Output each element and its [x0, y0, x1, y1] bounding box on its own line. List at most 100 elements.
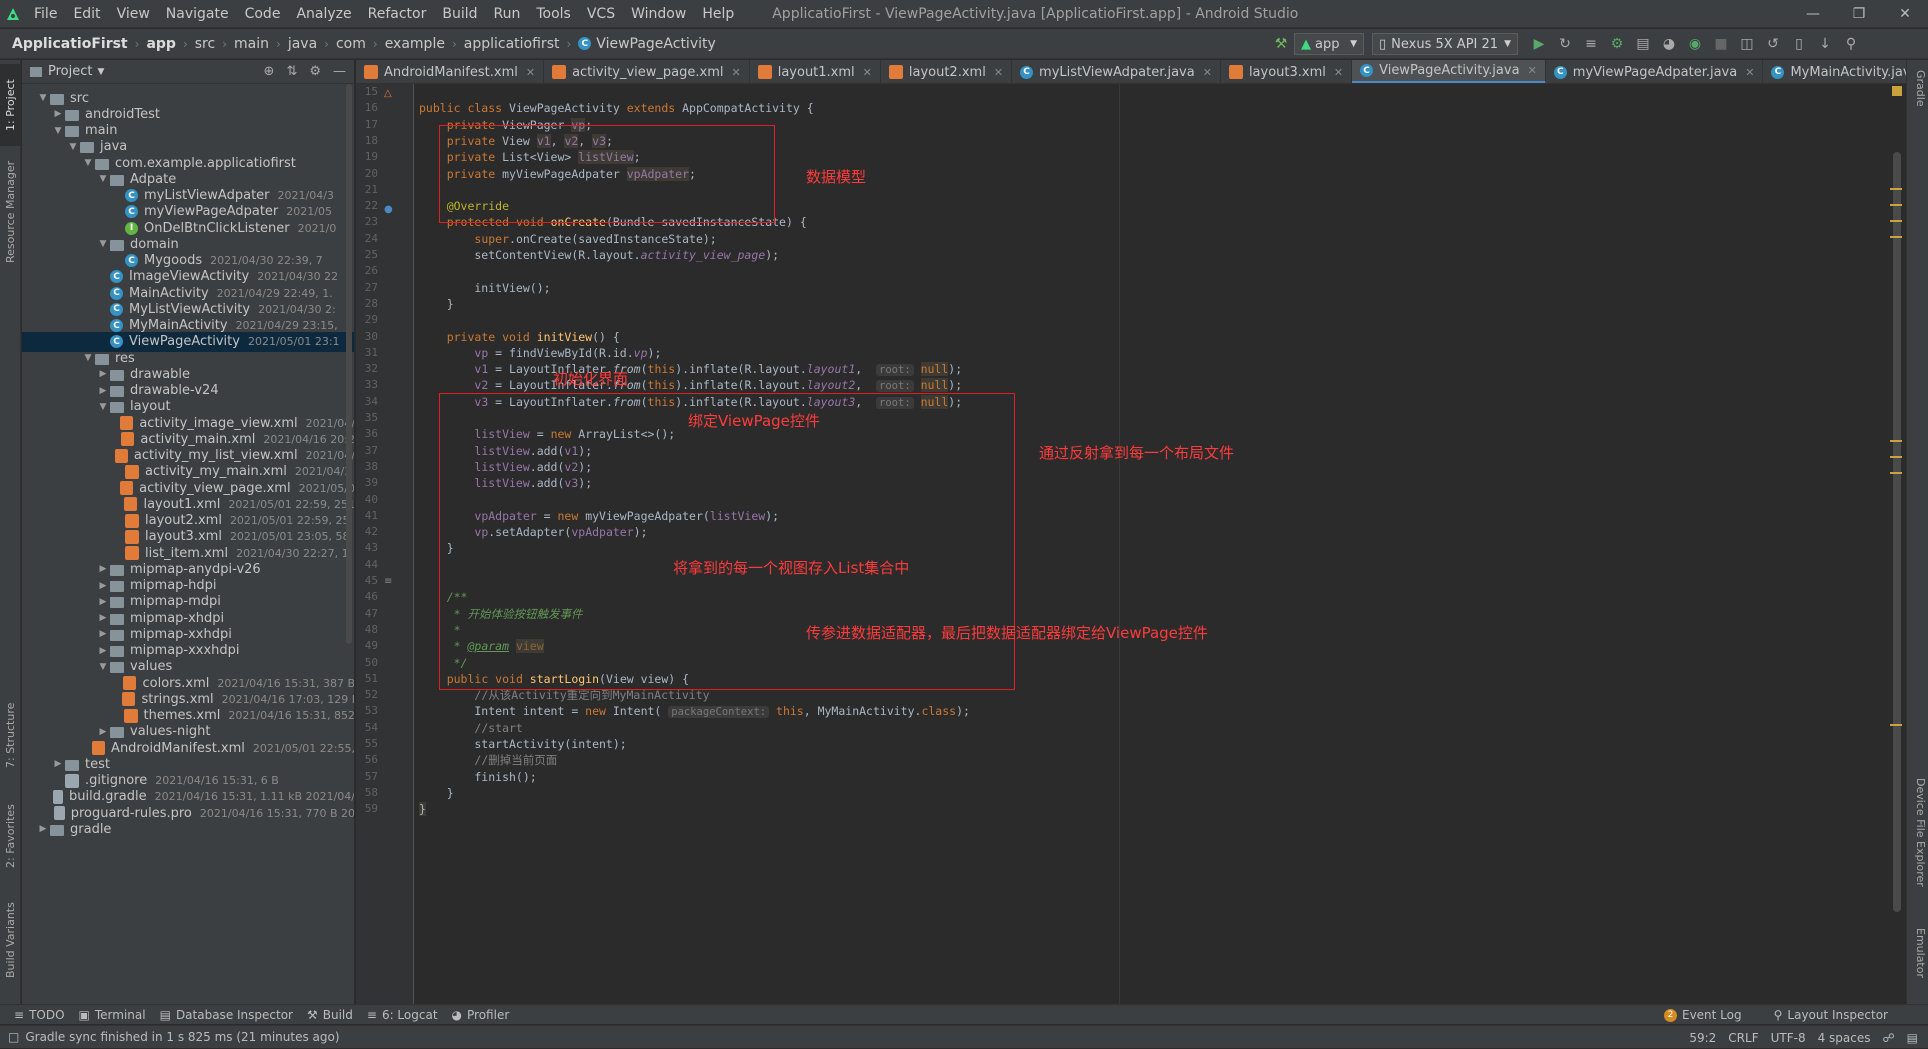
build-tool[interactable]: ⚒ Build: [307, 1008, 353, 1022]
attach-debugger-icon[interactable]: ▤: [1630, 29, 1656, 59]
chevron-down-icon[interactable]: ▼: [96, 402, 110, 412]
indent-setting[interactable]: 4 spaces: [1818, 1031, 1871, 1045]
code-line[interactable]: v2 = LayoutInflater.from(this).inflate(R…: [419, 377, 962, 393]
memory-indicator-icon[interactable]: ▤: [1907, 1031, 1918, 1045]
close-tab-icon[interactable]: ✕: [863, 66, 872, 79]
chevron-right-icon[interactable]: ▶: [96, 564, 110, 574]
chevron-down-icon[interactable]: ▼: [96, 662, 110, 672]
chevron-right-icon[interactable]: ▶: [96, 613, 110, 623]
apply-changes-icon[interactable]: ≡: [1578, 29, 1604, 59]
hide-panel-icon[interactable]: —: [333, 60, 346, 84]
gradle-tab[interactable]: Gradle: [1909, 70, 1927, 130]
code-line[interactable]: private void initView() {: [419, 329, 620, 345]
code-line[interactable]: initView();: [419, 280, 550, 296]
project-view-select[interactable]: Project: [48, 64, 92, 79]
debug-icon[interactable]: ⚙: [1604, 29, 1630, 59]
profile-icon[interactable]: ◕: [1656, 29, 1682, 59]
terminal-tool[interactable]: ▣ Terminal: [79, 1008, 146, 1022]
tree-item[interactable]: ▶ gradle: [22, 819, 354, 839]
restore-icon[interactable]: ❐: [1836, 0, 1882, 28]
breadcrumb-item[interactable]: ViewPageActivity: [596, 36, 715, 52]
menu-code[interactable]: Code: [237, 0, 289, 28]
code-line[interactable]: //删掉当前页面: [419, 752, 557, 768]
lock-icon[interactable]: ☍: [1883, 1031, 1895, 1045]
chevron-down-icon[interactable]: ▼: [36, 93, 50, 103]
chevron-right-icon[interactable]: ▶: [96, 727, 110, 737]
menu-refactor[interactable]: Refactor: [360, 0, 435, 28]
chevron-right-icon[interactable]: ▶: [51, 109, 65, 119]
sync-gradle-icon[interactable]: ↺: [1760, 29, 1786, 59]
minimize-icon[interactable]: —: [1790, 0, 1836, 28]
code-line[interactable]: }: [419, 801, 426, 817]
close-icon[interactable]: ✕: [1882, 0, 1928, 28]
inspection-warning-icon[interactable]: [1892, 86, 1902, 96]
rerun-icon[interactable]: ↻: [1552, 29, 1578, 59]
breadcrumb-item[interactable]: example: [385, 36, 445, 52]
menu-analyze[interactable]: Analyze: [288, 0, 359, 28]
close-tab-icon[interactable]: ✕: [1745, 66, 1754, 79]
editor-tab[interactable]: layout2.xml ✕: [881, 60, 1013, 83]
code-line[interactable]: setContentView(R.layout.activity_view_pa…: [419, 247, 779, 263]
device-select[interactable]: ▯ Nexus 5X API 21 ▼: [1372, 33, 1518, 55]
code-line[interactable]: //start: [419, 720, 522, 736]
build-variants-tab[interactable]: Build Variants: [0, 890, 21, 990]
breadcrumb-item[interactable]: app: [146, 36, 176, 52]
breadcrumb-item[interactable]: applicatiofirst: [464, 36, 560, 52]
override-icon[interactable]: ●: [384, 204, 393, 215]
menu-build[interactable]: Build: [434, 0, 485, 28]
chevron-right-icon[interactable]: ▶: [96, 646, 110, 656]
chevron-down-icon[interactable]: ▼: [97, 67, 104, 77]
code-line[interactable]: startActivity(intent);: [419, 736, 626, 752]
code-line[interactable]: }: [419, 785, 454, 801]
chevron-right-icon[interactable]: ▶: [51, 759, 65, 769]
menu-edit[interactable]: Edit: [65, 0, 108, 28]
menu-help[interactable]: Help: [694, 0, 742, 28]
chevron-down-icon[interactable]: ▼: [96, 174, 110, 184]
chevron-right-icon[interactable]: ▶: [96, 597, 110, 607]
menu-navigate[interactable]: Navigate: [158, 0, 237, 28]
code-line[interactable]: vp = findViewById(R.id.vp);: [419, 345, 661, 361]
editor-tab[interactable]: C ViewPageActivity.java ✕: [1352, 60, 1546, 83]
close-tab-icon[interactable]: ✕: [1334, 66, 1343, 79]
editor-tab[interactable]: AndroidManifest.xml ✕: [356, 60, 545, 83]
menu-tools[interactable]: Tools: [528, 0, 579, 28]
status-message[interactable]: Gradle sync finished in 1 s 825 ms (21 m…: [25, 1030, 339, 1044]
menu-vcs[interactable]: VCS: [579, 0, 623, 28]
chevron-right-icon[interactable]: ▶: [96, 369, 110, 379]
project-structure-icon[interactable]: ◫: [1734, 29, 1760, 59]
event-log-tool[interactable]: 2 Event Log: [1663, 1008, 1742, 1022]
locate-icon[interactable]: ⊕: [264, 60, 275, 84]
code-line[interactable]: public class ViewPageActivity extends Ap…: [419, 100, 814, 116]
project-tool-tab[interactable]: 1: Project: [0, 64, 21, 146]
hammer-build-icon[interactable]: ⚒: [1268, 29, 1294, 59]
chevron-down-icon[interactable]: ▼: [51, 126, 65, 136]
close-tab-icon[interactable]: ✕: [526, 66, 535, 79]
chevron-right-icon[interactable]: ▶: [96, 581, 110, 591]
doc-render-icon[interactable]: ≡: [384, 576, 392, 587]
chevron-right-icon[interactable]: ▶: [36, 824, 50, 834]
menu-file[interactable]: File: [26, 0, 65, 28]
code-line[interactable]: super.onCreate(savedInstanceState);: [419, 231, 716, 247]
breadcrumb-item[interactable]: src: [195, 36, 215, 52]
editor-tab[interactable]: layout1.xml ✕: [750, 60, 881, 83]
avd-manager-icon[interactable]: ▯: [1786, 29, 1812, 59]
emulator-tab[interactable]: Emulator: [1909, 928, 1927, 1008]
layout-inspector-tool[interactable]: ⚲ Layout Inspector: [1774, 1008, 1888, 1022]
code-line[interactable]: Intent intent = new Intent( packageConte…: [419, 703, 970, 719]
close-tab-icon[interactable]: ✕: [732, 66, 741, 79]
code-line[interactable]: finish();: [419, 769, 536, 785]
chevron-down-icon[interactable]: ▼: [66, 142, 80, 152]
chevron-right-icon[interactable]: ▶: [96, 386, 110, 396]
logcat-tool[interactable]: ≡ 6: Logcat: [367, 1008, 438, 1022]
search-icon[interactable]: ⚲: [1838, 29, 1864, 59]
breadcrumb-item[interactable]: java: [288, 36, 317, 52]
collapse-all-icon[interactable]: ⇅: [286, 60, 297, 84]
sdk-manager-icon[interactable]: ↓: [1812, 29, 1838, 59]
status-toggle-icon[interactable]: □: [8, 1030, 19, 1044]
implemented-icon[interactable]: △: [384, 88, 392, 99]
breadcrumb-item[interactable]: ApplicatioFirst: [12, 36, 128, 52]
editor-tab[interactable]: CmyListViewAdpater.java ✕: [1012, 60, 1221, 83]
todo-tool[interactable]: ≡ TODO: [14, 1008, 65, 1022]
device-file-explorer-tab[interactable]: Device File Explorer: [1909, 778, 1927, 918]
code-line[interactable]: }: [419, 296, 454, 312]
